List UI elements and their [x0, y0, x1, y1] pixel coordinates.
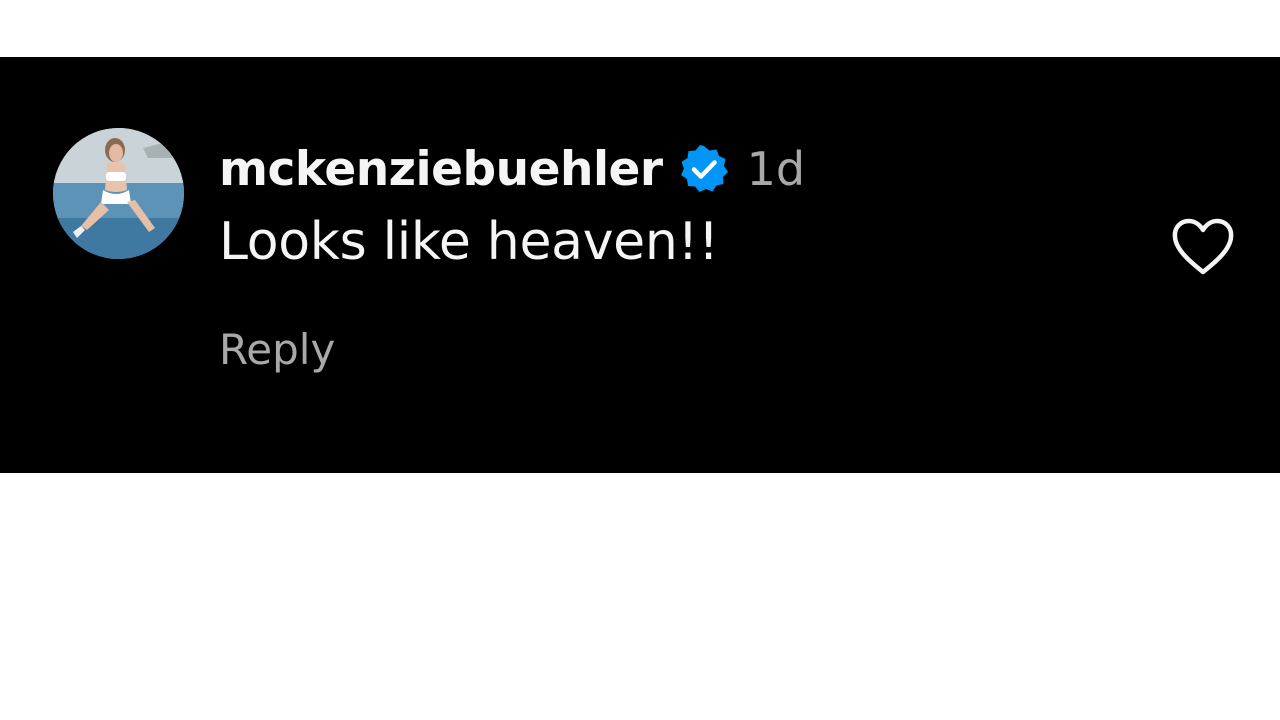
- username-row: mckenziebuehler 1d: [219, 139, 805, 199]
- comment-text: Looks like heaven!!: [219, 212, 719, 272]
- avatar[interactable]: [53, 128, 184, 259]
- reply-button[interactable]: Reply: [219, 325, 335, 374]
- page: mckenziebuehler 1d Looks like heaven!! R…: [0, 0, 1280, 720]
- avatar-photo: [53, 128, 184, 259]
- comment-timestamp[interactable]: 1d: [747, 142, 805, 196]
- verified-badge-icon: [679, 144, 729, 194]
- username-link[interactable]: mckenziebuehler: [219, 142, 663, 197]
- comment-card: mckenziebuehler 1d Looks like heaven!! R…: [0, 57, 1280, 473]
- like-button[interactable]: [1170, 217, 1236, 277]
- heart-outline-icon: [1172, 218, 1234, 275]
